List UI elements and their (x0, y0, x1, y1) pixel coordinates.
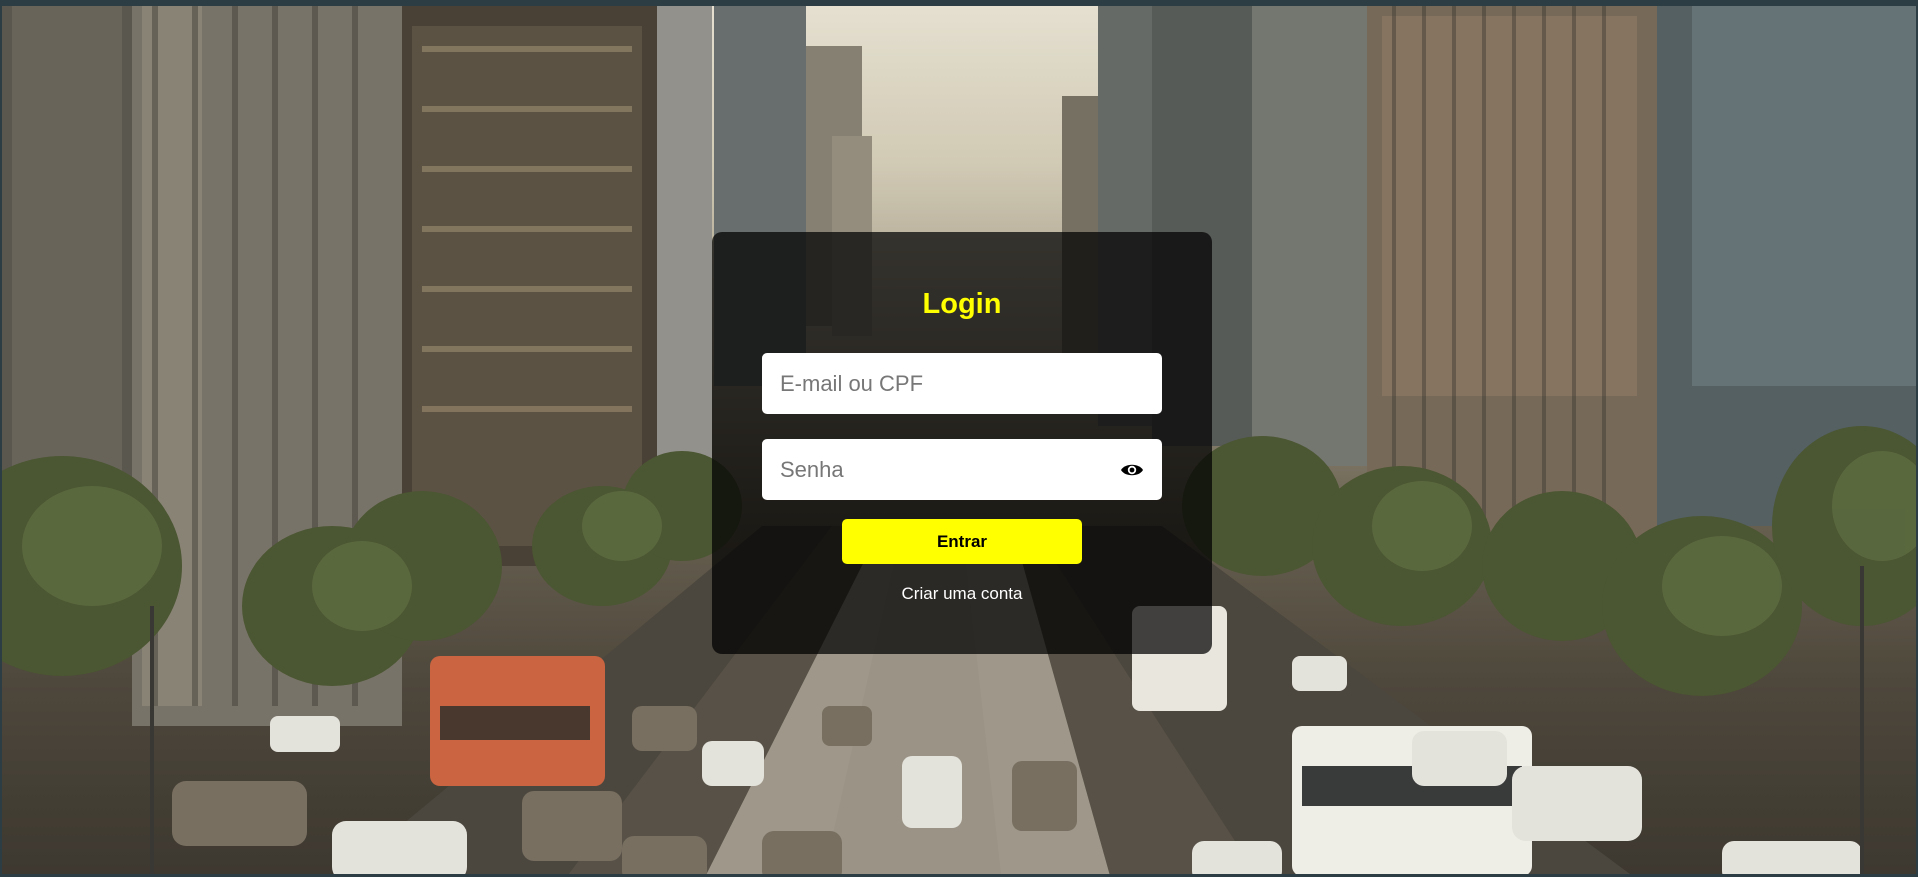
login-title: Login (922, 288, 1002, 320)
eye-icon[interactable] (1120, 459, 1144, 481)
create-account-link[interactable]: Criar uma conta (712, 584, 1212, 604)
email-field[interactable] (762, 353, 1162, 414)
password-field[interactable] (762, 439, 1162, 500)
page-frame: Login Entrar Criar uma conta (0, 0, 1918, 877)
password-input[interactable] (762, 439, 1162, 500)
email-input[interactable] (762, 353, 1162, 414)
login-card: Login Entrar Criar uma conta (712, 232, 1212, 654)
submit-button[interactable]: Entrar (842, 519, 1082, 564)
